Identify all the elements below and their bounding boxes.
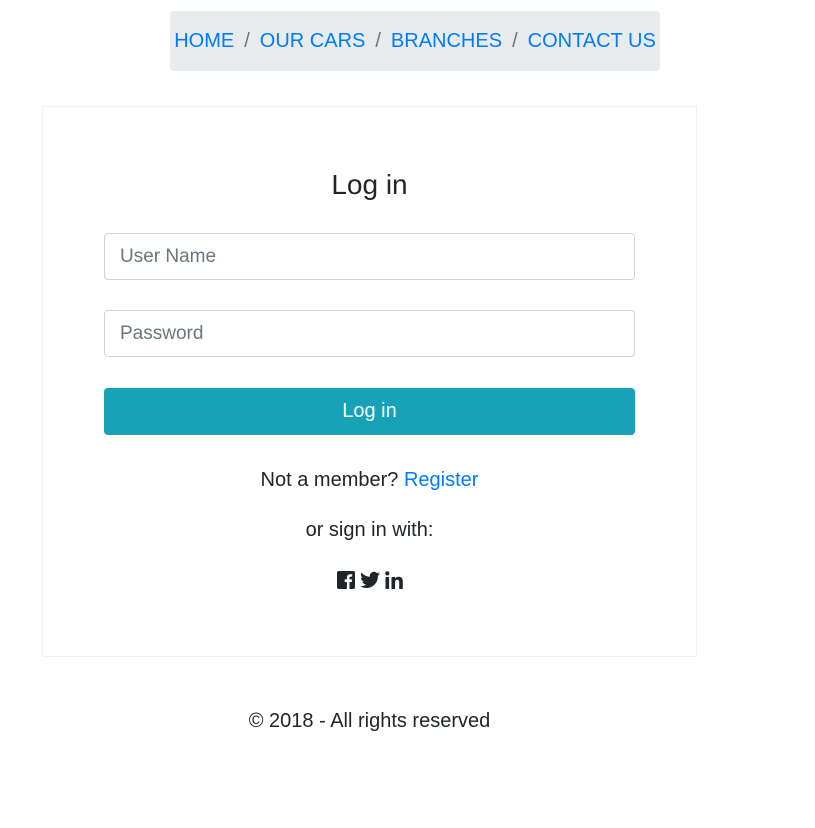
breadcrumb-separator: /: [512, 29, 518, 52]
footer-copyright: © 2018 - All rights reserved: [248, 710, 491, 732]
password-input[interactable]: [104, 310, 635, 357]
register-link[interactable]: Register: [404, 469, 478, 491]
nav-home-link[interactable]: HOME: [174, 30, 234, 53]
breadcrumb: HOME / OUR CARS / BRANCHES / CONTACT US: [170, 11, 660, 71]
nav-branches-link[interactable]: BRANCHES: [391, 30, 502, 53]
facebook-icon[interactable]: [336, 569, 356, 591]
twitter-icon[interactable]: [359, 569, 380, 591]
nav-our-cars-link[interactable]: OUR CARS: [260, 30, 366, 53]
breadcrumb-separator: /: [375, 29, 381, 52]
linkedin-icon[interactable]: [384, 569, 404, 591]
not-member-text: Not a member?: [260, 469, 399, 491]
login-button[interactable]: Log in: [104, 388, 635, 435]
not-member-row: Not a member? Register: [43, 469, 696, 492]
username-input[interactable]: [104, 233, 635, 280]
or-sign-in-text: or sign in with:: [305, 519, 434, 541]
nav-contact-us-link[interactable]: CONTACT US: [528, 30, 656, 53]
social-login-row: [43, 569, 696, 591]
login-title: Log in: [331, 169, 408, 200]
breadcrumb-separator: /: [244, 29, 250, 52]
login-card: Log in Log in Not a member? Register or …: [42, 106, 697, 657]
